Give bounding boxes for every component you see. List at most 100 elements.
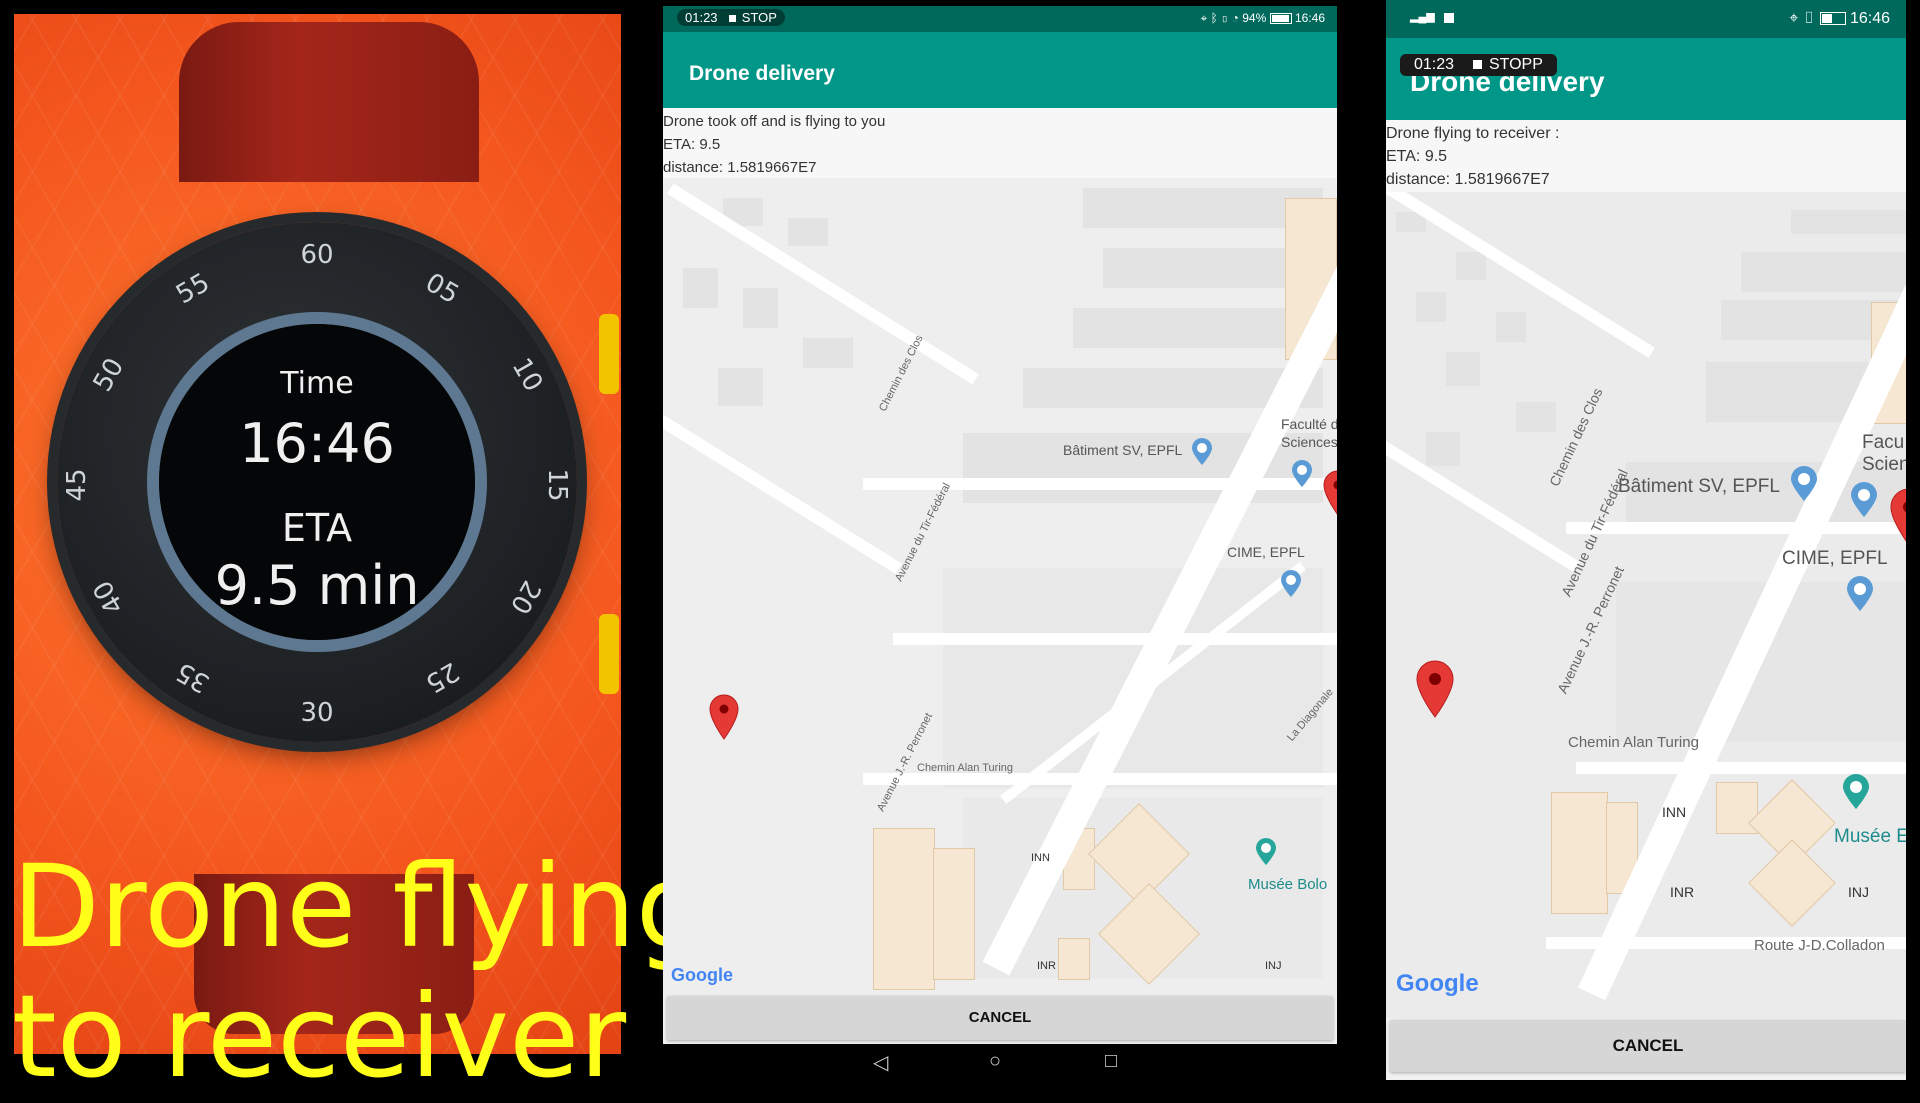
- delivery-info: Drone took off and is flying to you ETA:…: [663, 108, 1337, 180]
- phone-screen-2: ▂▄▆ ⌖ ▯ 16:46 Drone delivery 01:23 STOPP…: [1386, 0, 1906, 1080]
- road-label: Chemin Alan Turing: [917, 762, 1013, 774]
- destination-pin[interactable]: [1890, 488, 1906, 546]
- bezel-number: 45: [62, 468, 92, 502]
- road-label: Chemin des Clos: [877, 333, 926, 414]
- road-label: Chemin des Clos: [1546, 385, 1606, 489]
- education-poi-icon[interactable]: [1291, 460, 1313, 488]
- delivery-info: Drone flying to receiver : ETA: 9.5 dist…: [1386, 120, 1906, 194]
- bezel-number: 60: [300, 240, 334, 270]
- place-label-faculte: Facu: [1862, 432, 1905, 453]
- education-poi-icon[interactable]: [1850, 482, 1878, 518]
- signal-icon: ▂▄▆: [1410, 11, 1435, 23]
- bezel-number: 55: [171, 267, 215, 311]
- google-attribution: Google: [1396, 970, 1479, 997]
- museum-poi-icon[interactable]: [1255, 838, 1277, 866]
- education-poi-icon[interactable]: [1191, 438, 1213, 466]
- place-label-musee: Musée Bolo: [1248, 876, 1328, 893]
- stop-icon: [729, 15, 737, 22]
- location-icon: ⌖: [1200, 11, 1208, 25]
- education-poi-icon[interactable]: [1280, 570, 1302, 598]
- watch-eta-label: ETA: [281, 506, 353, 550]
- bluetooth-icon: ᛒ: [1210, 11, 1218, 25]
- recents-icon[interactable]: □: [1105, 1050, 1117, 1073]
- status-bar: 01:23 STOP ⌖ ᛒ ▯ ◔ 94% 16:46: [663, 6, 1337, 32]
- watch-time-value: 16:46: [239, 412, 395, 475]
- cancel-button[interactable]: CANCEL: [1390, 1020, 1906, 1072]
- battery-percent: 94%: [1242, 11, 1267, 25]
- status-icons: ⌖ ᛒ ▯ ◔ 94% 16:46: [1200, 11, 1325, 26]
- bezel-number: 05: [420, 267, 464, 311]
- location-icon: ⌖: [1789, 10, 1799, 27]
- app-bar: Drone delivery: [663, 32, 1337, 108]
- vibrate-icon: ▯: [1802, 10, 1816, 27]
- battery-icon: [1819, 12, 1846, 26]
- recording-stop-label: STOPP: [1488, 56, 1543, 73]
- education-poi-icon[interactable]: [1790, 466, 1818, 502]
- screen-recorder-chip[interactable]: 01:23 STOPP: [1400, 54, 1557, 76]
- drone-location-pin[interactable]: [1416, 660, 1454, 718]
- eta-text: ETA: 9.5: [1386, 148, 1448, 165]
- place-label-faculte: Faculté d: [1281, 416, 1337, 432]
- place-label-cime: CIME, EPFL: [1782, 548, 1888, 569]
- delivery-status-text: Drone took off and is flying to you: [663, 113, 886, 130]
- vibrate-icon: ▯: [1221, 11, 1229, 25]
- place-label-inr: INR: [1670, 884, 1695, 900]
- place-label-inn: INN: [1662, 804, 1687, 820]
- back-icon[interactable]: ◁: [873, 1050, 888, 1075]
- bezel-number: 40: [87, 575, 131, 619]
- bezel-number: 50: [87, 353, 131, 397]
- google-logo: Google: [671, 965, 733, 986]
- road-label: Route J-D.Colladon: [1754, 937, 1885, 954]
- road-label: Chemin Alan Turing: [1568, 734, 1699, 751]
- app-bar: Drone delivery 01:23 STOPP: [1386, 38, 1906, 120]
- cancel-button[interactable]: CANCEL: [667, 996, 1333, 1040]
- delivery-status-text: Drone flying to receiver :: [1386, 125, 1560, 142]
- recording-time: 01:23: [1414, 56, 1455, 73]
- watch-time-label: Time: [280, 366, 354, 401]
- status-clock: 16:46: [1294, 11, 1325, 25]
- museum-poi-icon[interactable]: [1842, 774, 1870, 810]
- drone-location-pin[interactable]: [709, 694, 739, 740]
- status-clock: 16:46: [1849, 10, 1890, 27]
- bezel-number: 25: [420, 655, 464, 699]
- watch-eta-value: 9.5 min: [214, 554, 420, 617]
- distance-text: distance: 1.5819667E7: [1386, 171, 1550, 188]
- google-logo: Google: [1396, 970, 1479, 998]
- map-view[interactable]: Chemin des Clos Avenue du Tir-Fédéral Av…: [663, 178, 1337, 996]
- place-label-inn: INN: [1031, 852, 1050, 864]
- bezel-number: 20: [503, 575, 547, 619]
- place-label-musee: Musée E: [1834, 826, 1906, 847]
- distance-text: distance: 1.5819667E7: [663, 159, 817, 176]
- place-label-cime: CIME, EPFL: [1227, 544, 1305, 560]
- watch-strap-top: [179, 22, 479, 182]
- google-attribution: Google: [671, 965, 733, 985]
- place-label-batiment-sv: Bâtiment SV, EPFL: [1063, 442, 1183, 458]
- recording-time: 01:23: [685, 10, 718, 25]
- caption-line-2: to receiver: [12, 970, 627, 1103]
- phone-screen-1: 01:23 STOP ⌖ ᛒ ▯ ◔ 94% 16:46 Drone deliv…: [663, 6, 1337, 1044]
- education-poi-icon[interactable]: [1846, 576, 1874, 612]
- bezel-number: 10: [505, 353, 549, 397]
- bezel-number: 15: [542, 468, 572, 502]
- battery-icon: [1269, 13, 1292, 25]
- watch-button-top: [599, 314, 619, 394]
- status-bar: ▂▄▆ ⌖ ▯ 16:46: [1386, 0, 1906, 38]
- app-title: Drone delivery: [689, 62, 835, 85]
- screen-recorder-chip[interactable]: 01:23 STOP: [677, 9, 785, 26]
- wifi-icon: ◔: [1231, 11, 1239, 25]
- android-nav-bar: ◁ ○ □: [663, 1044, 1337, 1080]
- destination-pin[interactable]: [1323, 470, 1337, 516]
- place-label-batiment-sv: Bâtiment SV, EPFL: [1618, 476, 1780, 497]
- stop-icon: [1472, 60, 1482, 69]
- eta-text: ETA: 9.5: [663, 136, 721, 153]
- bezel-number: 35: [171, 655, 215, 699]
- place-label-sciences: Sciences: [1281, 434, 1337, 450]
- place-label-inj: INJ: [1848, 884, 1869, 900]
- notification-icon: [1444, 13, 1454, 23]
- bezel-number: 30: [300, 698, 334, 728]
- home-icon[interactable]: ○: [989, 1050, 1001, 1073]
- map-view[interactable]: Chemin des Clos Avenue du Tir-Fédéral Av…: [1386, 192, 1906, 1018]
- recording-stop-label: STOP: [741, 10, 777, 25]
- place-label-inr: INR: [1037, 960, 1056, 972]
- video-caption: Drone flying to receiver: [12, 842, 708, 1102]
